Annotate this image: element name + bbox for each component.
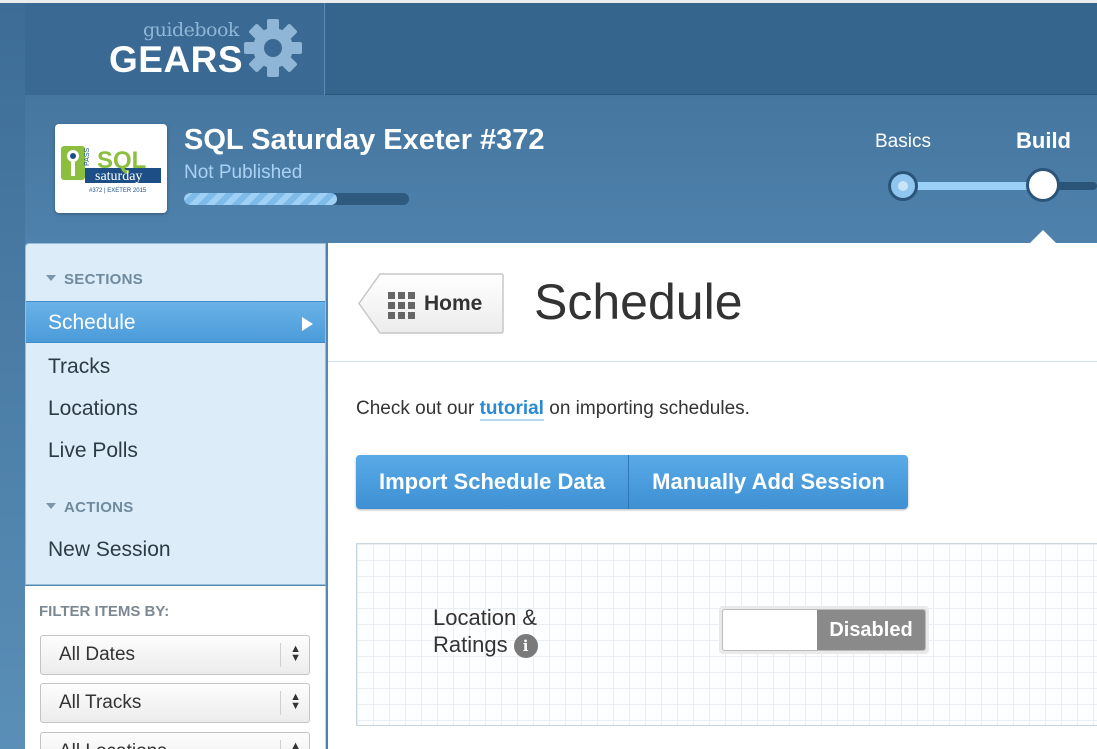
sidebar-item-schedule[interactable]: Schedule: [26, 301, 325, 343]
caret-down-icon: [46, 275, 56, 282]
event-progress-bar: [184, 193, 409, 205]
filter-locations-select[interactable]: All Locations ▲▼: [40, 732, 310, 749]
settings-panel: Location & Ratings i Disabled: [356, 543, 1097, 726]
logo-title: GEARS: [109, 39, 244, 80]
sidebar-item-locations[interactable]: Locations: [26, 388, 325, 430]
home-button[interactable]: Home: [358, 273, 504, 334]
intro-text-after: on importing schedules.: [543, 398, 750, 419]
publish-status: Not Published: [184, 162, 303, 183]
thumb-tag: #372 | EXETER 2015: [89, 188, 147, 194]
sidebar-item-label: Live Polls: [48, 439, 138, 462]
select-divider: [280, 740, 281, 749]
event-thumbnail[interactable]: PASS SQL saturday #372 | EXETER 2015: [55, 124, 167, 213]
grid-icon: [388, 292, 415, 319]
step-build-dot[interactable]: [1026, 168, 1060, 202]
location-ratings-label: Location & Ratings i: [433, 604, 538, 659]
updown-arrows-icon: ▲▼: [290, 691, 301, 712]
info-icon[interactable]: i: [513, 634, 538, 659]
schedule-action-buttons: Import Schedule Data Manually Add Sessio…: [356, 455, 908, 509]
caret-down-icon: [46, 503, 56, 510]
sidebar-item-label: Tracks: [48, 355, 111, 378]
step-basics-dot[interactable]: [888, 171, 918, 201]
progress-fill: [184, 193, 337, 205]
left-edge: [0, 3, 25, 749]
sidebar-item-label: New Session: [48, 538, 171, 561]
location-ratings-toggle[interactable]: Disabled: [719, 606, 929, 654]
updown-arrows-icon: ▲▼: [290, 740, 301, 749]
sidebar-item-live-polls[interactable]: Live Polls: [26, 430, 325, 472]
step-track-fill: [903, 182, 1043, 190]
location-label-line2: Ratings: [433, 632, 508, 657]
top-bar: guidebook GEARS: [25, 3, 1097, 95]
sections-heading[interactable]: SECTIONS: [46, 271, 143, 288]
step-basics-label[interactable]: Basics: [875, 131, 931, 153]
sidebar-item-new-session[interactable]: New Session: [26, 529, 325, 571]
logo-subtitle: guidebook: [143, 19, 239, 41]
main-content: Home Schedule Check out our tutorial on …: [328, 243, 1097, 749]
filter-dates-select[interactable]: All Dates ▲ ▼: [40, 635, 310, 675]
location-label-line1: Location &: [433, 605, 537, 630]
home-label: Home: [424, 292, 483, 315]
sidebar-item-tracks[interactable]: Tracks: [26, 346, 325, 388]
filter-tracks-select[interactable]: All Tracks ▲ ▼: [40, 683, 310, 723]
select-value: All Locations: [59, 741, 167, 749]
thumb-pass: PASS: [84, 148, 91, 166]
import-schedule-button[interactable]: Import Schedule Data: [356, 455, 629, 509]
thumb-saturday: saturday: [95, 169, 142, 184]
actions-heading-label: ACTIONS: [64, 499, 134, 516]
select-divider: [280, 691, 281, 715]
step-build-label[interactable]: Build: [1016, 128, 1071, 154]
intro-text-before: Check out our: [356, 398, 480, 419]
sidebar-item-label: Locations: [48, 397, 138, 420]
toggle-state-label: Disabled: [817, 610, 925, 650]
actions-heading[interactable]: ACTIONS: [46, 499, 134, 516]
toggle-track: Disabled: [722, 609, 926, 651]
filter-title: FILTER ITEMS BY:: [39, 603, 170, 620]
intro-text: Check out our tutorial on importing sche…: [356, 398, 750, 421]
filter-panel: FILTER ITEMS BY: All Dates ▲ ▼ All Tracks…: [25, 586, 326, 749]
active-step-pointer: [1029, 230, 1057, 244]
sidebar: SECTIONS Schedule Tracks Locations Live …: [25, 243, 326, 585]
select-divider: [280, 643, 281, 667]
updown-arrows-icon: ▲▼: [290, 643, 301, 664]
add-session-button[interactable]: Manually Add Session: [628, 455, 908, 509]
sidebar-item-label: Schedule: [48, 311, 136, 334]
gear-icon: [244, 19, 302, 77]
content-header: Home Schedule: [328, 243, 1097, 362]
app-logo[interactable]: guidebook GEARS: [25, 3, 325, 95]
page-title: Schedule: [534, 274, 743, 330]
event-logo-image: PASS SQL saturday #372 | EXETER 2015: [61, 146, 161, 194]
arrow-right-icon: [302, 317, 313, 331]
select-value: All Tracks: [59, 692, 142, 713]
tutorial-link[interactable]: tutorial: [479, 398, 544, 421]
event-title: SQL Saturday Exeter #372: [184, 124, 545, 156]
select-value: All Dates: [59, 644, 136, 665]
sections-heading-label: SECTIONS: [64, 271, 144, 288]
